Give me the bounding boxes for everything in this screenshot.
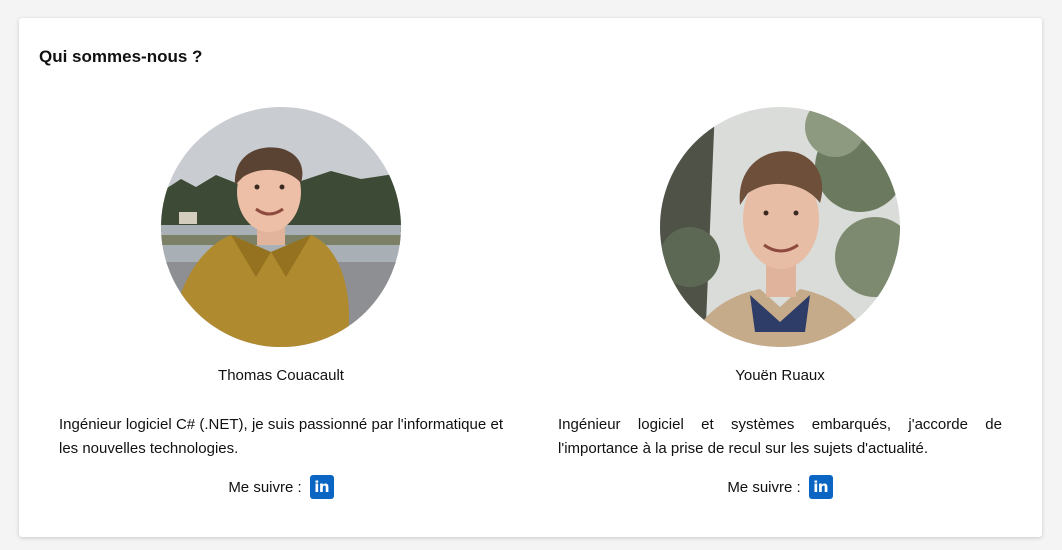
follow-row: Me suivre : in <box>59 475 503 499</box>
follow-row: Me suivre : in <box>558 475 1002 499</box>
linkedin-icon-text: in <box>813 478 829 496</box>
profile-photo <box>660 107 900 347</box>
follow-label: Me suivre : <box>228 478 302 496</box>
linkedin-icon-text: in <box>314 478 330 496</box>
member-bio: Ingénieur logiciel C# (.NET), je suis pa… <box>59 416 503 457</box>
about-card: Qui sommes-nous ? Thomas Couacault Ingén… <box>19 18 1042 537</box>
follow-label: Me suivre : <box>727 478 801 496</box>
profile-photo <box>161 107 401 347</box>
member-name: Thomas Couacault <box>218 367 344 384</box>
linkedin-icon[interactable]: in <box>808 475 833 499</box>
linkedin-icon[interactable]: in <box>309 475 334 499</box>
member-name: Youën Ruaux <box>735 367 825 384</box>
section-title: Qui sommes-nous ? <box>39 47 203 66</box>
member-bio: Ingénieur logiciel et systèmes embarqués… <box>558 416 1002 457</box>
